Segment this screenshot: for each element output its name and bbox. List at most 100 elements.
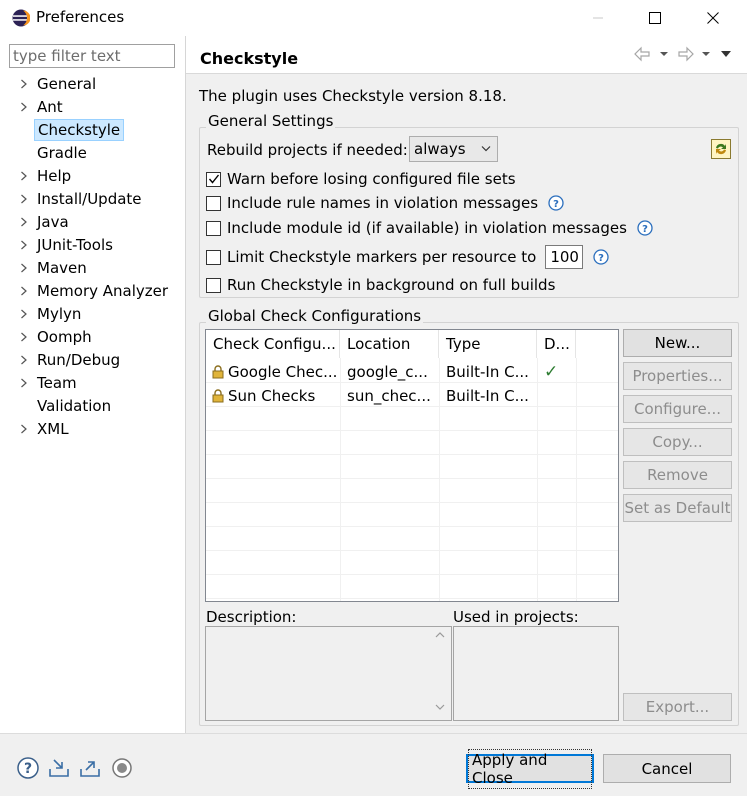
refresh-icon[interactable]: [711, 139, 731, 159]
scroll-down-arrow-icon[interactable]: [434, 702, 446, 712]
back-menu-chevron-down-icon[interactable]: [659, 50, 669, 58]
tree-item-mylyn[interactable]: Mylyn: [14, 303, 184, 325]
chevron-right-icon[interactable]: [14, 303, 34, 325]
tree-item-label: Java: [37, 213, 69, 231]
maximize-button[interactable]: [632, 0, 678, 36]
chevron-right-icon[interactable]: [14, 280, 34, 302]
column-header-default[interactable]: D...: [537, 330, 576, 358]
chevron-right-icon[interactable]: [14, 188, 34, 210]
lock-icon: [212, 388, 224, 402]
tree-item-validation[interactable]: Validation: [14, 395, 184, 417]
warn-file-sets-label: Warn before losing configured file sets: [227, 170, 516, 188]
filter-input[interactable]: [9, 44, 175, 68]
tree-item-memory-analyzer[interactable]: Memory Analyzer: [14, 280, 184, 302]
chevron-right-icon[interactable]: [14, 257, 34, 279]
column-header-location[interactable]: Location: [340, 330, 439, 358]
include-rule-names-option[interactable]: Include rule names in violation messages…: [206, 193, 564, 213]
include-module-id-label: Include module id (if available) in viol…: [227, 219, 627, 237]
record-icon[interactable]: [110, 756, 134, 780]
tree-item-team[interactable]: Team: [14, 372, 184, 394]
row-divider: [206, 478, 618, 479]
back-arrow-icon[interactable]: [633, 46, 651, 62]
tree-item-ant[interactable]: Ant: [14, 96, 184, 118]
tree-item-junit-tools[interactable]: JUnit-Tools: [14, 234, 184, 256]
row-divider: [206, 574, 618, 575]
set-as-default-button[interactable]: Set as Default: [623, 494, 732, 522]
plugin-version-text: The plugin uses Checkstyle version 8.18.: [199, 87, 507, 105]
configurations-table[interactable]: Check Configu... Location Type D... Goog…: [205, 329, 619, 602]
column-header-check-configuration[interactable]: Check Configu...: [206, 330, 340, 358]
copy-button[interactable]: Copy...: [623, 428, 732, 456]
warn-file-sets-option[interactable]: Warn before losing configured file sets: [206, 169, 516, 189]
help-icon[interactable]: ?: [637, 220, 653, 236]
warn-file-sets-checkbox[interactable]: [206, 171, 221, 187]
run-background-checkbox[interactable]: [206, 277, 221, 293]
forward-menu-chevron-down-icon[interactable]: [701, 50, 711, 58]
footer-divider: [0, 733, 747, 734]
general-settings-title: General Settings: [206, 112, 336, 130]
tree-item-label: XML: [37, 420, 69, 438]
tree-item-label: Mylyn: [37, 305, 82, 323]
export-button[interactable]: Export...: [623, 693, 732, 721]
chevron-right-icon[interactable]: [14, 165, 34, 187]
chevron-right-icon[interactable]: [14, 326, 34, 348]
chevron-right-icon[interactable]: [14, 349, 34, 371]
table-row[interactable]: Google Chec...: [206, 358, 340, 382]
configure-button[interactable]: Configure...: [623, 395, 732, 423]
config-default: [537, 382, 576, 406]
help-icon[interactable]: ?: [593, 249, 609, 265]
export-icon[interactable]: [78, 756, 102, 780]
config-type: Built-In C...: [446, 386, 529, 405]
tree-item-oomph[interactable]: Oomph: [14, 326, 184, 348]
tree-item-checkstyle[interactable]: Checkstyle: [14, 119, 184, 141]
tree-item-xml[interactable]: XML: [14, 418, 184, 440]
forward-arrow-icon[interactable]: [677, 46, 695, 62]
run-background-option[interactable]: Run Checkstyle in background on full bui…: [206, 275, 555, 295]
include-module-id-option[interactable]: Include module id (if available) in viol…: [206, 218, 653, 238]
tree-item-help[interactable]: Help: [14, 165, 184, 187]
svg-text:?: ?: [598, 253, 604, 264]
chevron-right-icon[interactable]: [14, 234, 34, 256]
remove-button[interactable]: Remove: [623, 461, 732, 489]
default-checkmark-icon: ✓: [544, 361, 559, 382]
rebuild-select[interactable]: always: [409, 136, 498, 162]
limit-markers-option[interactable]: Limit Checkstyle markers per resource to…: [206, 244, 609, 270]
import-icon[interactable]: [47, 756, 71, 780]
include-rule-names-checkbox[interactable]: [206, 195, 221, 211]
chevron-right-icon[interactable]: [14, 418, 34, 440]
table-row[interactable]: Sun Checks: [206, 382, 340, 406]
tree-item-maven[interactable]: Maven: [14, 257, 184, 279]
help-icon[interactable]: ?: [548, 195, 564, 211]
row-divider: [206, 550, 618, 551]
used-in-projects-list[interactable]: [453, 626, 619, 721]
close-button[interactable]: [690, 0, 736, 36]
cancel-button[interactable]: Cancel: [603, 754, 731, 783]
apply-and-close-button[interactable]: Apply and Close: [466, 748, 594, 789]
chevron-right-icon[interactable]: [14, 211, 34, 233]
tree-item-run-debug[interactable]: Run/Debug: [14, 349, 184, 371]
tree-item-general[interactable]: General: [14, 73, 184, 95]
description-text-area[interactable]: [205, 626, 452, 721]
limit-markers-checkbox[interactable]: [206, 249, 221, 265]
row-divider: [206, 454, 618, 455]
tree-item-java[interactable]: Java: [14, 211, 184, 233]
tree-item-install-update[interactable]: Install/Update: [14, 188, 184, 210]
row-divider: [206, 430, 618, 431]
chevron-right-icon[interactable]: [14, 372, 34, 394]
new-configuration-button[interactable]: New...: [623, 329, 732, 357]
minimize-button[interactable]: [575, 0, 621, 36]
include-module-id-checkbox[interactable]: [206, 220, 221, 236]
tree-item-label: Run/Debug: [37, 351, 121, 369]
tree-item-gradle[interactable]: Gradle: [14, 142, 184, 164]
help-icon[interactable]: ?: [16, 756, 40, 780]
tree-item-label: Checkstyle: [34, 119, 125, 141]
chevron-right-icon[interactable]: [14, 73, 34, 95]
scroll-up-arrow-icon[interactable]: [434, 630, 446, 640]
limit-markers-input[interactable]: 100: [545, 245, 584, 269]
column-header-type[interactable]: Type: [439, 330, 537, 358]
chevron-right-icon[interactable]: [14, 96, 34, 118]
tree-item-label: Ant: [37, 98, 63, 116]
used-in-projects-label: Used in projects:: [453, 608, 579, 626]
properties-button[interactable]: Properties...: [623, 362, 732, 390]
view-menu-icon[interactable]: [720, 50, 732, 58]
